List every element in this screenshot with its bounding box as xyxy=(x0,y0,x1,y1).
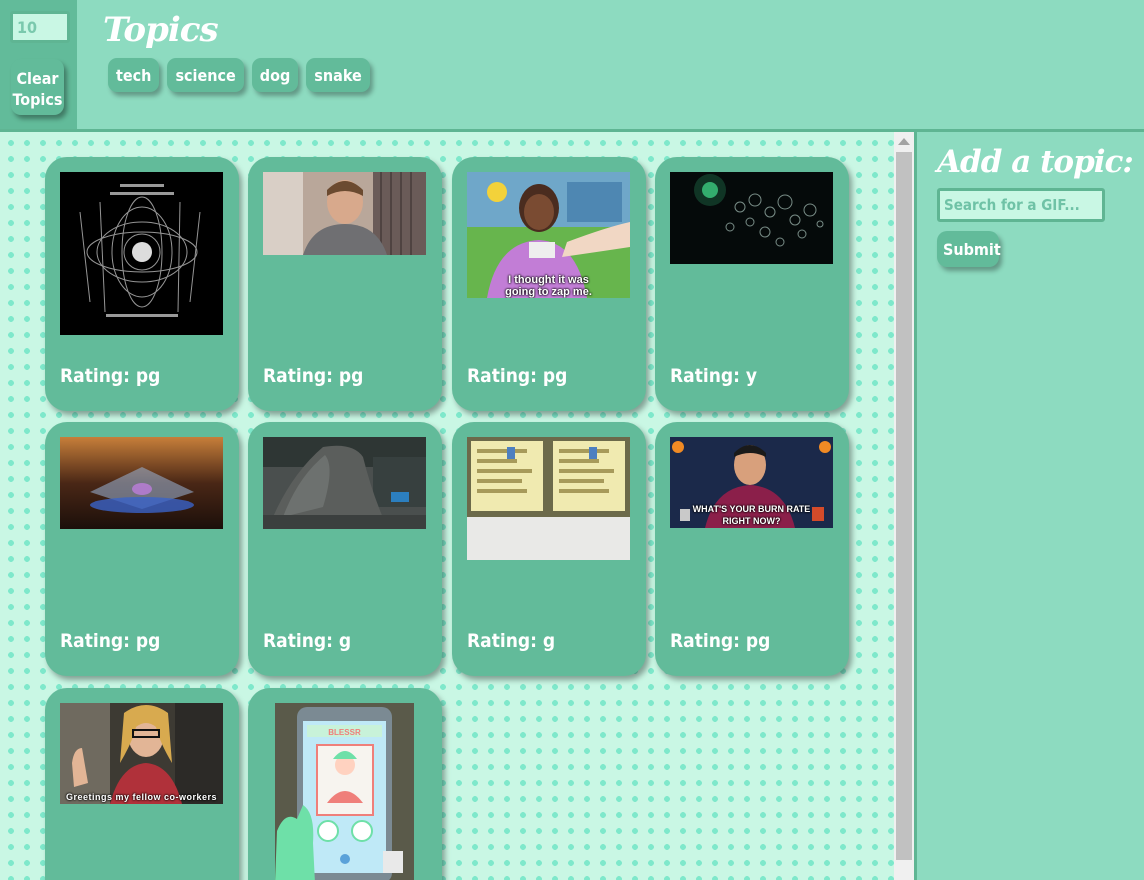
scroll-thumb[interactable] xyxy=(896,152,912,860)
gif-image[interactable]: I thought it was going to zap me. xyxy=(467,172,630,298)
submit-button[interactable]: Submit xyxy=(937,231,1001,267)
gif-card: Rating: y xyxy=(655,157,849,411)
topic-button-science[interactable]: science xyxy=(167,58,244,92)
topic-button-tech[interactable]: tech xyxy=(108,58,160,92)
gif-image[interactable] xyxy=(670,172,833,264)
gif-card: WHAT'S YOUR BURN RATE RIGHT NOW? Rating:… xyxy=(655,422,849,676)
topic-buttons: tech science dog snake xyxy=(108,58,370,92)
gif-card: Rating: pg xyxy=(45,422,239,676)
gif-rating: Rating: pg xyxy=(60,365,161,387)
gif-rating: Rating: g xyxy=(263,630,352,652)
gif-card: Rating: pg xyxy=(248,157,442,411)
topics-title: Topics xyxy=(103,10,219,50)
gif-rating: Rating: pg xyxy=(670,630,771,652)
gif-limit-input[interactable] xyxy=(10,11,70,43)
gif-grid-scrollbar[interactable] xyxy=(894,132,914,880)
add-topic-panel: Add a topic: Submit xyxy=(917,132,1144,880)
gif-image[interactable]: WHAT'S YOUR BURN RATE RIGHT NOW? xyxy=(670,437,833,528)
gif-card: Rating: g xyxy=(452,422,646,676)
gif-caption: I thought it was going to zap me. xyxy=(505,274,592,298)
search-input[interactable] xyxy=(937,188,1105,222)
gif-caption: WHAT'S YOUR BURN RATE RIGHT NOW? xyxy=(692,504,811,526)
gif-grid[interactable]: Rating: pg Rating: pg I thought it was g… xyxy=(0,132,894,880)
gif-caption: Greetings my fellow co-workers xyxy=(65,792,218,802)
gif-card: I thought it was going to zap me. Rating… xyxy=(452,157,646,411)
gif-rating: Rating: pg xyxy=(263,365,364,387)
topic-button-dog[interactable]: dog xyxy=(251,58,299,92)
gif-image[interactable] xyxy=(60,437,223,529)
gif-card: Rating: pg xyxy=(45,157,239,411)
gif-image[interactable] xyxy=(467,437,630,560)
gif-card: Greetings my fellow co-workers xyxy=(45,688,239,880)
gif-image[interactable] xyxy=(60,172,223,335)
add-topic-title: Add a topic: xyxy=(937,144,1134,180)
clear-topics-button[interactable]: Clear Topics xyxy=(11,59,64,115)
topics-header: Topics tech science dog snake xyxy=(77,0,1144,129)
gif-image[interactable]: Greetings my fellow co-workers xyxy=(60,703,223,804)
control-panel: Clear Topics xyxy=(0,0,77,129)
gif-rating: Rating: pg xyxy=(60,630,161,652)
gif-card: Rating: g xyxy=(248,422,442,676)
gif-image[interactable] xyxy=(263,437,426,529)
gif-rating: Rating: pg xyxy=(467,365,568,387)
gif-image[interactable]: BLESSR xyxy=(275,703,414,880)
scroll-up-arrow-icon[interactable] xyxy=(898,138,910,145)
gif-caption: BLESSR xyxy=(328,728,361,737)
topic-button-snake[interactable]: snake xyxy=(306,58,370,92)
gif-rating: Rating: y xyxy=(670,365,758,387)
gif-card: BLESSR xyxy=(248,688,442,880)
gif-rating: Rating: g xyxy=(467,630,556,652)
gif-image[interactable] xyxy=(263,172,426,255)
